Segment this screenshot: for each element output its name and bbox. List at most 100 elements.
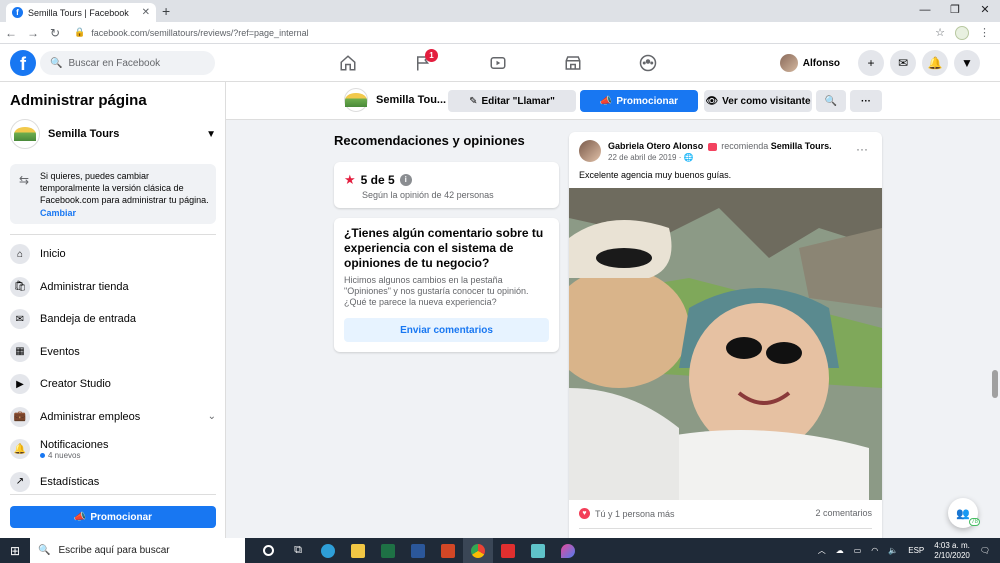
nav-marketplace[interactable] — [535, 44, 610, 82]
chevron-down-icon[interactable]: ⌄ — [208, 411, 216, 422]
view-as-visitor-button[interactable]: 👁 Ver como visitante — [704, 90, 812, 112]
page-logo-icon — [10, 119, 40, 149]
powerpoint-icon[interactable] — [433, 538, 463, 563]
nav-home[interactable] — [310, 44, 385, 82]
messenger-icon[interactable]: ✉ — [890, 50, 916, 76]
notifications-bell-icon[interactable]: 🔔 — [922, 50, 948, 76]
taskbar-search-input[interactable]: 🔍 Escribe aquí para buscar — [30, 538, 245, 563]
facebook-topbar: f 🔍 Buscar en Facebook 1 Alfonso + ✉ 🔔 ▼ — [0, 44, 1000, 82]
edit-call-button[interactable]: ✎ Editar "Llamar" — [448, 90, 576, 112]
account-dropdown-icon[interactable]: ▼ — [954, 50, 980, 76]
create-plus-button[interactable]: + — [858, 50, 884, 76]
sidebar-item-events[interactable]: ▦ Eventos — [10, 336, 216, 369]
bookmark-star-icon[interactable]: ☆ — [935, 26, 945, 39]
more-options-button[interactable]: ··· — [850, 90, 882, 112]
file-explorer-icon[interactable] — [343, 538, 373, 563]
new-tab-button[interactable]: + — [162, 3, 170, 19]
post-more-icon[interactable]: ··· — [856, 142, 868, 156]
profile-chip[interactable]: Alfonso — [778, 52, 848, 74]
sidebar-item-inbox[interactable]: ✉ Bandeja de entrada — [10, 303, 216, 336]
nav-pages[interactable]: 1 — [385, 44, 460, 82]
sidebar-item-notifications[interactable]: 🔔 Notificaciones 4 nuevos — [10, 433, 216, 466]
nav-watch[interactable] — [460, 44, 535, 82]
clock[interactable]: 4:03 a. m. 2/10/2020 — [934, 541, 970, 561]
app-icon[interactable] — [523, 538, 553, 563]
chevron-up-icon[interactable]: ︿ — [818, 545, 826, 556]
acrobat-icon[interactable] — [493, 538, 523, 563]
user-name: Alfonso — [802, 57, 840, 69]
battery-icon[interactable]: ▭ — [854, 546, 862, 555]
sidebar-item-label: Creator Studio — [40, 378, 111, 391]
facebook-logo-icon[interactable]: f — [10, 50, 36, 76]
sidebar-item-inicio[interactable]: ⌂ Inicio — [10, 238, 216, 271]
cloud-icon[interactable]: ☁ — [836, 546, 844, 555]
sidebar-title: Administrar página — [10, 92, 147, 109]
clapper-icon: ▶ — [10, 374, 30, 395]
promote-button[interactable]: 📣 Promocionar — [10, 506, 216, 528]
extension-icon[interactable] — [955, 25, 969, 40]
chat-button[interactable]: 👥 78 — [948, 498, 980, 528]
edge-icon[interactable] — [313, 538, 343, 563]
wifi-icon[interactable]: ◠ — [871, 546, 878, 555]
sidebar-item-jobs[interactable]: 💼 Administrar empleos ⌄ — [10, 401, 216, 434]
chrome-icon[interactable] — [463, 538, 493, 563]
new-count-text: 4 nuevos — [48, 450, 81, 460]
feedback-title: ¿Tienes algún comentario sobre tu experi… — [344, 226, 544, 270]
url-field[interactable]: 🔒 facebook.com/semillatours/reviews/?ref… — [74, 27, 935, 38]
avatar[interactable] — [579, 140, 601, 162]
post-author[interactable]: Gabriela Otero Alonso — [608, 141, 703, 151]
divider — [10, 494, 216, 495]
more-dots-icon: ··· — [861, 95, 871, 107]
forward-arrow-icon[interactable]: → — [22, 26, 44, 40]
cortana-icon[interactable] — [253, 538, 283, 563]
promote-label: Promocionar — [616, 95, 679, 107]
manage-page-sidebar: Administrar página Semilla Tours ▼ ⇆ Si … — [0, 82, 226, 538]
action-center-icon[interactable]: 🗨 — [980, 546, 990, 555]
sidebar-item-label: Notificaciones — [40, 438, 109, 451]
page-search-button[interactable]: 🔍 — [816, 90, 846, 112]
view-as-label: Ver como visitante — [722, 95, 811, 107]
facebook-search-input[interactable]: 🔍 Buscar en Facebook — [40, 51, 215, 75]
windows-start-icon[interactable]: ⊞ — [0, 544, 30, 558]
nav-groups[interactable] — [610, 44, 685, 82]
page-name: Semilla Tours — [48, 128, 120, 140]
send-feedback-button[interactable]: Enviar comentarios — [344, 318, 549, 342]
promote-button[interactable]: 📣 Promocionar — [580, 90, 698, 112]
task-view-icon[interactable]: ⧉ — [283, 538, 313, 563]
maximize-button[interactable]: ❐ — [940, 0, 970, 22]
volume-icon[interactable]: 🔈 — [888, 546, 898, 555]
info-icon[interactable]: i — [399, 174, 412, 186]
post-date[interactable]: 22 de abril de 2019 · — [608, 153, 684, 162]
word-icon[interactable] — [403, 538, 433, 563]
chat-count-badge: 78 — [969, 518, 980, 526]
window-controls: — ❐ ✕ — [910, 0, 1000, 22]
browser-tab[interactable]: f Semilla Tours | Facebook ✕ — [6, 3, 156, 22]
divider — [10, 234, 216, 235]
recommended-page[interactable]: Semilla Tours. — [771, 141, 832, 151]
page-header-bar: Semilla Tou... ✎ Editar "Llamar" 📣 Promo… — [226, 82, 1000, 120]
sidebar-item-label: Bandeja de entrada — [40, 313, 137, 326]
eye-icon: 👁 — [705, 95, 719, 107]
reactions-summary[interactable]: ♥ Tú y 1 persona más — [579, 508, 675, 519]
search-icon: 🔍 — [38, 545, 51, 556]
sidebar-item-creator-studio[interactable]: ▶ Creator Studio — [10, 368, 216, 401]
scrollbar-thumb[interactable] — [992, 370, 998, 398]
reload-icon[interactable]: ↻ — [44, 26, 66, 40]
sidebar-item-shop[interactable]: 🛍 Administrar tienda — [10, 271, 216, 304]
review-post: Gabriela Otero Alonso recomienda Semilla… — [569, 132, 882, 538]
minimize-button[interactable]: — — [910, 0, 940, 22]
comments-count[interactable]: 2 comentarios — [815, 508, 872, 518]
post-photo[interactable] — [569, 188, 882, 500]
excel-icon[interactable] — [373, 538, 403, 563]
page-switcher[interactable]: Semilla Tours ▼ — [10, 118, 216, 150]
search-placeholder: Buscar en Facebook — [68, 57, 161, 69]
page-identity[interactable]: Semilla Tou... — [344, 88, 446, 112]
tab-close-icon[interactable]: ✕ — [142, 7, 150, 18]
paint-icon[interactable] — [553, 538, 583, 563]
switch-link[interactable]: Cambiar — [40, 207, 210, 219]
back-arrow-icon[interactable]: ← — [0, 26, 22, 40]
language-indicator[interactable]: ESP — [908, 546, 924, 555]
browser-menu-icon[interactable]: ⋮ — [979, 26, 990, 39]
taskbar-apps: ⧉ — [253, 538, 583, 563]
close-window-button[interactable]: ✕ — [970, 0, 1000, 22]
